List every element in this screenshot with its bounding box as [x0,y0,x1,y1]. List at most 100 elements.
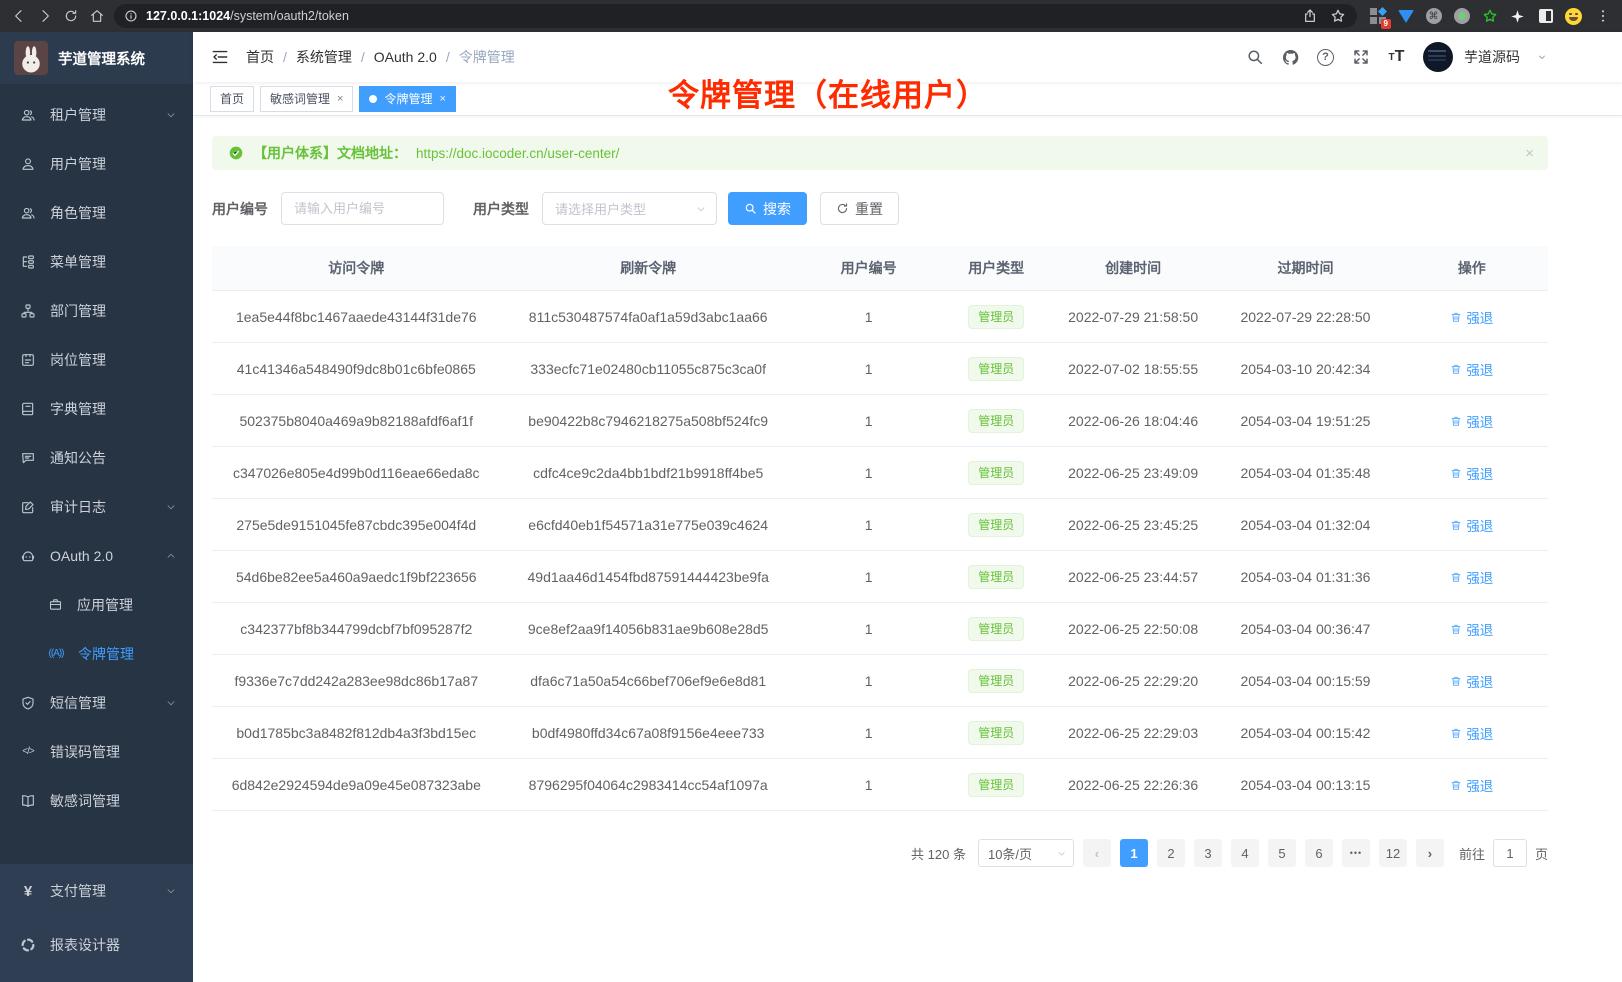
force-logout-button[interactable]: 强退 [1450,567,1493,587]
page-button-6[interactable]: 6 [1305,839,1333,867]
bookmark-star-icon[interactable] [1329,7,1347,25]
home-icon[interactable] [88,7,106,25]
sidebar-item-oauth[interactable]: OAuth 2.0 [0,531,193,580]
github-icon[interactable] [1281,48,1300,67]
reset-button[interactable]: 重置 [820,192,899,225]
prev-page-button[interactable]: ‹ [1083,839,1111,867]
share-icon[interactable] [1301,7,1319,25]
page-button-2[interactable]: 2 [1157,839,1185,867]
back-icon[interactable] [10,7,28,25]
sidebar-item-label: 字典管理 [50,399,106,419]
page-button-4[interactable]: 4 [1231,839,1259,867]
command-extension-icon[interactable]: ⌘ [1425,8,1442,25]
more-pages-button[interactable]: ••• [1342,839,1370,867]
sidebar-item-errcode[interactable]: </> 错误码管理 [0,727,193,776]
force-logout-button[interactable]: 强退 [1450,411,1493,431]
cell-access-token: c347026e805e4d99b0d116eae66eda8c [212,447,501,499]
force-logout-button[interactable]: 强退 [1450,775,1493,795]
cell-refresh-token: 9ce8ef2aa9f14056b831ae9b608e28d5 [501,603,796,655]
green-star-extension-icon[interactable] [1481,8,1498,25]
page-button-5[interactable]: 5 [1268,839,1296,867]
user-type-select[interactable]: 请选择用户类型 [542,192,717,225]
avatar[interactable] [1423,42,1453,72]
goto-label: 前往 [1459,844,1485,863]
cell-refresh-token: cdfc4ce9c2da4bb1bdf21b9918ff4be5 [501,447,796,499]
col-access-token: 访问令牌 [212,246,501,291]
sidepanel-icon[interactable] [1537,8,1554,25]
force-logout-button[interactable]: 强退 [1450,723,1493,743]
sidebar-item-report[interactable]: 报表设计器 [0,918,193,972]
gem-extension-icon[interactable] [1397,8,1414,25]
browser-menu-icon[interactable] [1594,7,1612,25]
recorder-extension-icon[interactable] [1453,8,1470,25]
cell-expires: 2054-03-04 01:35:48 [1215,447,1395,499]
cell-expires: 2054-03-04 01:32:04 [1215,499,1395,551]
sidebar-item-sensitive[interactable]: 敏感词管理 [0,776,193,825]
chevron-up-icon [165,550,177,562]
user-menu-caret-icon[interactable] [1537,52,1547,62]
page-button-12[interactable]: 12 [1379,839,1407,867]
force-logout-button[interactable]: 强退 [1450,307,1493,327]
font-size-icon[interactable]: TT [1387,48,1406,67]
table-row: 502375b8040a469a9b82188afdf6af1fbe90422b… [212,395,1548,447]
sidebar-item-post[interactable]: 岗位管理 [0,335,193,384]
pinwheel-extension-icon[interactable] [1509,8,1526,25]
page-button-1[interactable]: 1 [1120,839,1148,867]
close-icon[interactable]: × [337,93,343,105]
page-button-3[interactable]: 3 [1194,839,1222,867]
force-logout-button[interactable]: 强退 [1450,463,1493,483]
sidebar-item-dict[interactable]: 字典管理 [0,384,193,433]
tab-sensitive-words[interactable]: 敏感词管理 × [260,86,353,112]
alert-doc-link[interactable]: https://doc.iocoder.cn/user-center/ [416,146,619,161]
sidebar-item-user[interactable]: 用户管理 [0,139,193,188]
url-bar[interactable]: 127.0.0.1:1024/system/oauth2/token [114,4,1357,28]
fullscreen-icon[interactable] [1351,48,1370,67]
sidebar-item-oauth-token[interactable]: ((A)) 令牌管理 [0,629,193,678]
yen-icon: ¥ [20,883,36,900]
cell-actions: 强退 [1396,551,1548,603]
user-id-input[interactable] [281,192,444,225]
sidebar-item-oauth-app[interactable]: 应用管理 [0,580,193,629]
next-page-button[interactable]: › [1416,839,1444,867]
force-logout-button[interactable]: 强退 [1450,619,1493,639]
cell-created: 2022-06-25 23:49:09 [1051,447,1215,499]
sidebar-item-dept[interactable]: 部门管理 [0,286,193,335]
cell-refresh-token: b0df4980ffd34c67a08f9156e4eee733 [501,707,796,759]
pagination: 共 120 条 10条/页 ‹ 1 2 3 4 5 6 ••• 12 › 前往 … [212,839,1548,867]
force-logout-button[interactable]: 强退 [1450,359,1493,379]
reload-icon[interactable] [62,7,80,25]
username[interactable]: 芋道源码 [1464,47,1520,67]
cell-access-token: 41c41346a548490f9dc8b01c6bfe0865 [212,343,501,395]
force-logout-button[interactable]: 强退 [1450,515,1493,535]
sidebar-item-pay[interactable]: ¥ 支付管理 [0,864,193,918]
tab-home[interactable]: 首页 [210,86,254,112]
breadcrumb-oauth[interactable]: OAuth 2.0 [374,49,437,65]
cell-user-type: 管理员 [941,343,1051,395]
sidebar-item-role[interactable]: 角色管理 [0,188,193,237]
extension-grid-icon[interactable]: 9 [1369,8,1386,25]
search-icon[interactable] [1245,48,1264,67]
sidebar-item-tenant[interactable]: 租户管理 [0,90,193,139]
col-created: 创建时间 [1051,246,1215,291]
help-icon[interactable]: ? [1317,49,1334,66]
collapse-sidebar-icon[interactable] [210,47,230,67]
breadcrumb-home[interactable]: 首页 [246,47,274,67]
sidebar-item-sms[interactable]: 短信管理 [0,678,193,727]
site-info-icon[interactable] [124,7,138,25]
page-size-select[interactable]: 10条/页 [978,839,1074,867]
cell-user-id: 1 [796,395,942,447]
tab-token[interactable]: 令牌管理 × [359,86,455,112]
force-logout-button[interactable]: 强退 [1450,671,1493,691]
forward-icon[interactable] [36,7,54,25]
goto-page-input[interactable] [1493,839,1527,867]
sidebar-item-menu[interactable]: 菜单管理 [0,237,193,286]
sidebar-item-notice[interactable]: 通知公告 [0,433,193,482]
alert-close-icon[interactable]: × [1525,145,1534,162]
col-expires: 过期时间 [1215,246,1395,291]
emoji-extension-icon[interactable] [1565,8,1582,25]
sidebar-item-audit[interactable]: 审计日志 [0,482,193,531]
chevron-down-icon [695,203,707,215]
breadcrumb-system[interactable]: 系统管理 [296,47,352,67]
close-icon[interactable]: × [439,93,445,105]
search-button[interactable]: 搜索 [728,192,807,225]
